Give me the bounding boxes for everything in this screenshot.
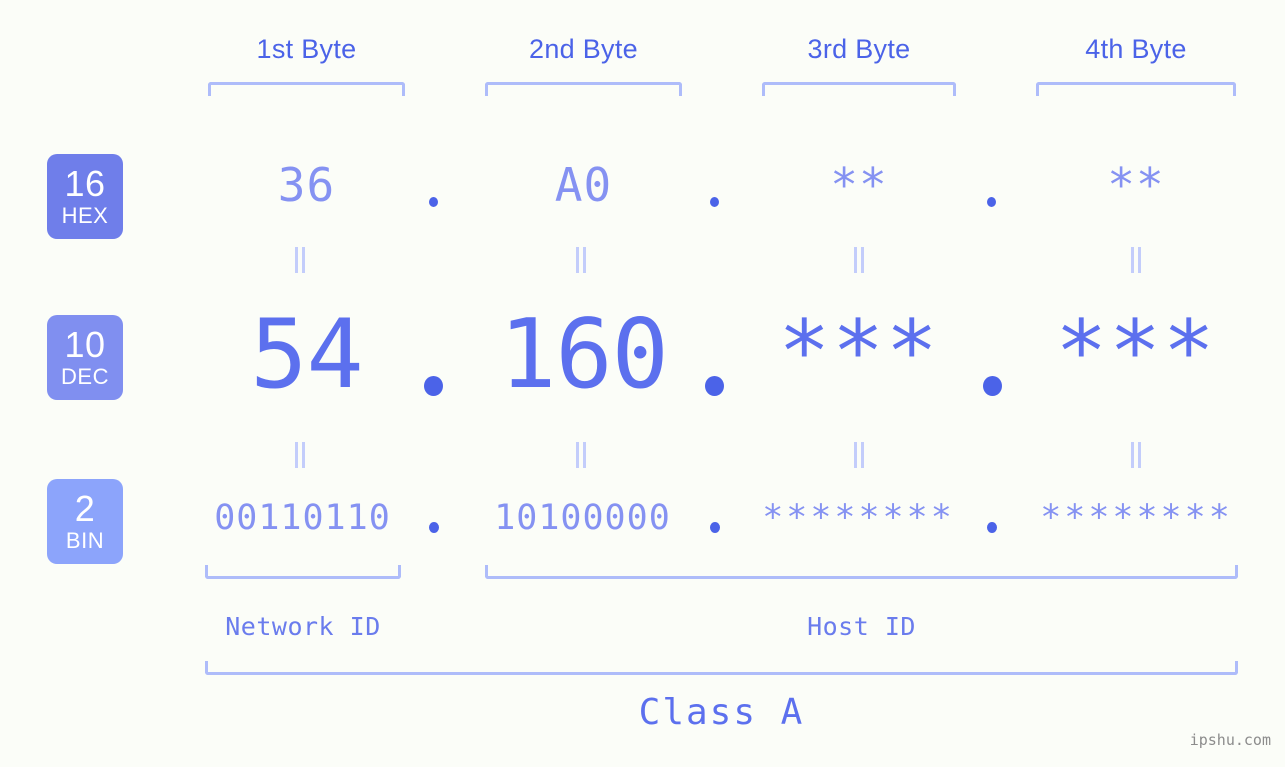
- bin-separator-dot-3: [987, 522, 997, 533]
- byte-header-2: 2nd Byte: [529, 34, 638, 64]
- radix-badge-hex-number: 16: [64, 163, 106, 204]
- class-label: Class A: [638, 692, 805, 733]
- host-id-bracket: [485, 565, 1238, 579]
- equals-mark-dec-bin-4: [1129, 442, 1143, 468]
- watermark: ipshu.com: [1189, 731, 1271, 749]
- byte-bracket-3: [762, 82, 956, 96]
- host-id-label: Host ID: [807, 612, 916, 641]
- byte-bracket-1: [208, 82, 405, 96]
- radix-badge-hex-name: HEX: [61, 203, 109, 228]
- radix-badge-bin-number: 2: [74, 488, 96, 529]
- equals-mark-hex-dec-1: [293, 247, 307, 273]
- hex-separator-dot-1: [429, 197, 438, 207]
- equals-mark-hex-dec-4: [1129, 247, 1143, 273]
- hex-byte-3-value: **: [830, 158, 888, 212]
- dec-separator-dot-1: [424, 376, 443, 396]
- byte-header-4: 4th Byte: [1085, 34, 1187, 64]
- byte-header-3: 3rd Byte: [807, 34, 911, 64]
- network-id-label: Network ID: [225, 612, 381, 641]
- equals-mark-dec-bin-2: [574, 442, 588, 468]
- bin-byte-2-value: 10100000: [494, 498, 671, 538]
- bin-byte-4-value: ********: [1040, 498, 1233, 538]
- bin-byte-3-value: ********: [762, 498, 955, 538]
- radix-badge-bin: 2 BIN: [47, 479, 123, 564]
- dec-separator-dot-2: [705, 376, 724, 396]
- dec-byte-1-value: 54: [250, 300, 363, 410]
- hex-separator-dot-3: [987, 197, 996, 207]
- bin-byte-1-value: 00110110: [214, 498, 391, 538]
- class-bracket: [205, 661, 1238, 675]
- hex-byte-1-value: 36: [277, 158, 336, 212]
- byte-bracket-2: [485, 82, 682, 96]
- bin-separator-dot-2: [710, 522, 720, 533]
- hex-byte-4-value: **: [1107, 158, 1165, 212]
- dec-byte-3-value: ***: [778, 302, 940, 402]
- radix-badge-bin-name: BIN: [65, 528, 105, 553]
- radix-badge-hex: 16 HEX: [47, 154, 123, 239]
- dec-byte-4-value: ***: [1055, 302, 1217, 402]
- dec-separator-dot-3: [983, 376, 1002, 396]
- radix-badge-dec-name: DEC: [61, 364, 109, 389]
- radix-badge-dec: 10 DEC: [47, 315, 123, 400]
- radix-badge-dec-number: 10: [64, 324, 106, 365]
- byte-bracket-4: [1036, 82, 1236, 96]
- hex-separator-dot-2: [710, 197, 719, 207]
- ip-address-breakdown-diagram: 1st Byte 2nd Byte 3rd Byte 4th Byte 16 H…: [0, 0, 1285, 767]
- equals-mark-dec-bin-3: [852, 442, 866, 468]
- hex-byte-2-value: A0: [554, 158, 613, 212]
- network-id-bracket: [205, 565, 401, 579]
- bin-separator-dot-1: [429, 522, 439, 533]
- dec-byte-2-value: 160: [499, 300, 669, 410]
- equals-mark-hex-dec-2: [574, 247, 588, 273]
- equals-mark-hex-dec-3: [852, 247, 866, 273]
- equals-mark-dec-bin-1: [293, 442, 307, 468]
- byte-header-1: 1st Byte: [256, 34, 357, 64]
